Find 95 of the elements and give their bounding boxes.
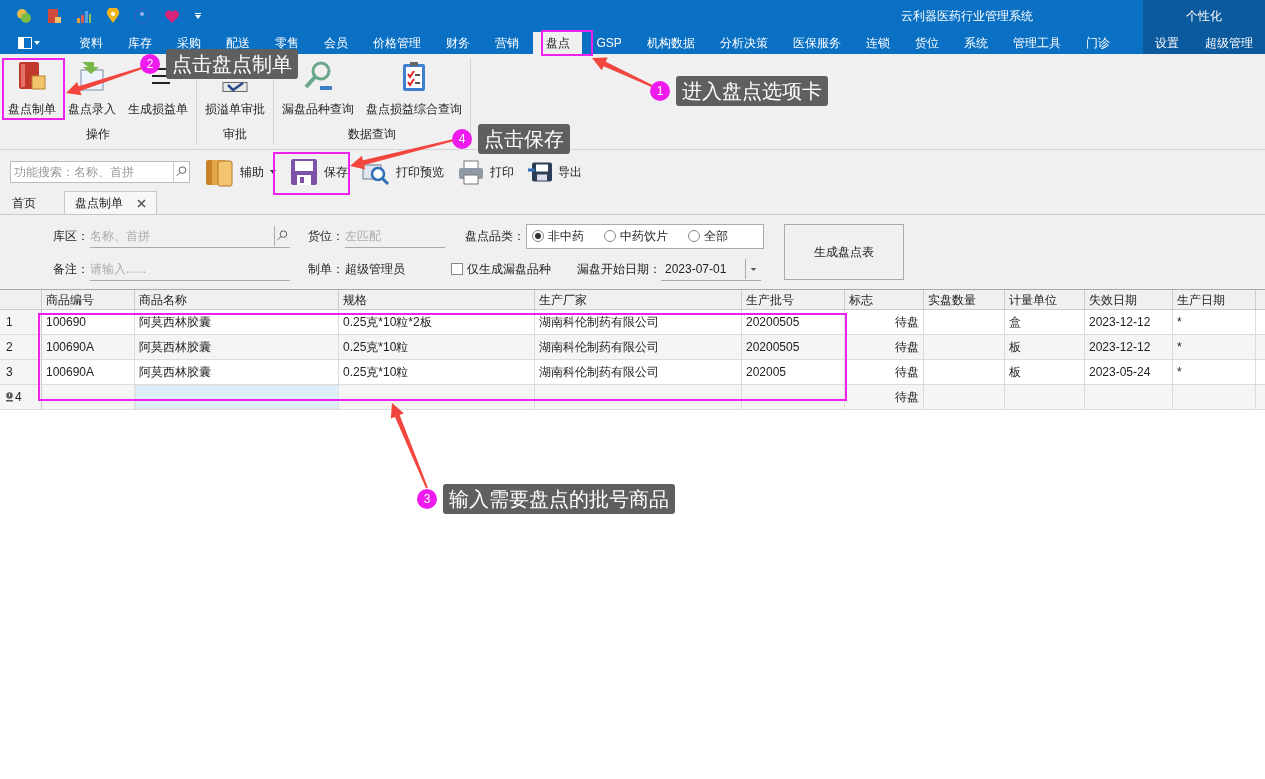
menu-tab[interactable]: 分析决策 [707, 32, 781, 54]
table-cell-text: 盒 [1009, 314, 1021, 331]
table-cell-text: 0.25克*10粒 [343, 364, 409, 381]
menu-tab[interactable]: 系统 [951, 32, 1001, 54]
table-cell-text: 100690 [46, 314, 87, 331]
column-header[interactable]: 标志 [849, 290, 873, 309]
table-cell-text: 湖南科伦制药有限公司 [539, 339, 659, 356]
callout-tooltip: 点击盘点制单 [166, 49, 298, 79]
field-label: 漏盘开始日期： [577, 261, 661, 278]
column-header[interactable]: 生产日期 [1177, 290, 1225, 309]
warehouse-field[interactable]: 名称、首拼 [90, 224, 274, 247]
note-field[interactable]: 请输入...... [90, 257, 290, 281]
column-header[interactable]: 实盘数量 [928, 290, 976, 309]
menu-tab[interactable]: 价格管理 [360, 32, 433, 54]
table-cell-text: 0.25克*10粒*2板 [343, 314, 432, 331]
date-field[interactable]: 2023-07-01 [661, 257, 761, 281]
table-cell-text: 20200505 [746, 314, 800, 331]
table-cell-text: 100690A [46, 364, 95, 381]
toolbar-button[interactable]: 打印 [456, 159, 516, 185]
menu-tab[interactable]: 盘点 [533, 32, 582, 54]
row-number: 2 [6, 339, 13, 356]
field-label: 盘点品类： [465, 228, 526, 245]
table-cell-text: 阿莫西林胶囊 [139, 314, 211, 331]
menu-tab[interactable]: 超级管理 [1205, 34, 1253, 52]
maker-value: 超级管理员 [345, 261, 406, 278]
document-tab[interactable]: 首页 [2, 191, 46, 214]
table-cell-text: 2023-05-24 [1089, 364, 1151, 381]
column-header[interactable]: 失效日期 [1089, 290, 1137, 309]
callout-tooltip: 进入盘点选项卡 [676, 76, 828, 106]
menu-tab[interactable]: 管理工具 [1000, 32, 1074, 54]
table-cell-text: 20200505 [746, 339, 800, 356]
table-cell-text: 100690A [46, 339, 95, 356]
step-number-badge: 3 [417, 489, 437, 509]
row-number: 1 [6, 314, 13, 331]
table-cell-text: 待盘 [895, 389, 919, 406]
field-label: 备注： [53, 261, 90, 278]
table-cell-text: 待盘 [895, 364, 919, 381]
ribbon-button[interactable]: 盘点损益综合查询 [364, 58, 464, 118]
table-cell-text: * [1177, 339, 1182, 356]
row-number: 3 [6, 364, 13, 381]
generate-button[interactable]: 生成盘点表 [784, 224, 904, 280]
ribbon-button[interactable]: 盘点制单 [6, 58, 58, 118]
toolbar-button[interactable]: 辅助 [202, 157, 278, 187]
table-cell-text: 湖南科伦制药有限公司 [539, 364, 659, 381]
menu-tab[interactable]: 财务 [433, 32, 482, 54]
menu-tab[interactable]: 库存 [115, 32, 164, 54]
field-label: 制单： [308, 261, 345, 278]
table-cell-text: 待盘 [895, 339, 919, 356]
table-cell-text: 湖南科伦制药有限公司 [539, 314, 659, 331]
menu-tab[interactable]: 门诊 [1073, 32, 1123, 54]
menu-tab[interactable]: 营销 [482, 32, 531, 54]
table-cell-text: 阿莫西林胶囊 [139, 364, 211, 381]
callout-tooltip: 点击保存 [478, 124, 570, 154]
column-header[interactable]: 商品名称 [139, 290, 187, 309]
table-cell-text: 202005 [746, 364, 787, 381]
column-header[interactable]: 商品编号 [46, 290, 94, 309]
menu-tab[interactable]: 医保服务 [780, 32, 854, 54]
toolbar-button[interactable]: 保存 [288, 158, 350, 186]
radio-option[interactable]: 全部 [688, 227, 728, 245]
table-cell-text: 阿莫西林胶囊 [139, 339, 211, 356]
menu-tab[interactable]: 资料 [66, 32, 115, 54]
table-cell-text: 板 [1009, 339, 1021, 356]
column-header[interactable]: 生产厂家 [539, 290, 587, 309]
field-label: 库区： [53, 228, 90, 245]
column-header[interactable]: 规格 [343, 290, 367, 309]
row-number: 4 [15, 389, 22, 406]
table-cell-text: 0.25克*10粒 [343, 339, 409, 356]
ribbon-group-label: 操作 [86, 126, 110, 143]
table-cell-text: 板 [1009, 364, 1021, 381]
location-field[interactable]: 左匹配 [345, 224, 445, 248]
table-cell-text: 2023-12-12 [1089, 339, 1151, 356]
table-cell-text: * [1177, 314, 1182, 331]
table-cell-text: * [1177, 364, 1182, 381]
menu-tab[interactable]: GSP [584, 32, 635, 54]
menu-tab[interactable]: 货位 [902, 32, 952, 54]
menu-tab[interactable]: 设置 [1155, 34, 1179, 52]
column-header[interactable]: 生产批号 [746, 290, 794, 309]
table-cell-text: 2023-12-12 [1089, 314, 1151, 331]
menu-tab[interactable]: 连锁 [853, 32, 903, 54]
ribbon-group-label: 审批 [223, 126, 247, 143]
column-header[interactable]: 计量单位 [1009, 290, 1057, 309]
radio-option[interactable]: 非中药 [532, 227, 584, 245]
radio-option[interactable]: 中药饮片 [604, 227, 668, 245]
app-title: 云利器医药行业管理系统 [901, 8, 1034, 25]
field-label: 货位： [308, 228, 345, 245]
checkbox-label: 仅生成漏盘品种 [467, 261, 552, 278]
ribbon-group-label: 数据查询 [348, 126, 396, 143]
search-field[interactable]: 功能搜索：名称、首拼 [10, 161, 190, 183]
callout-tooltip: 输入需要盘点的批号商品 [443, 484, 675, 514]
toolbar-button[interactable]: 导出 [526, 162, 584, 182]
menu-tab[interactable]: 机构数据 [634, 32, 708, 54]
menu-tab[interactable]: 会员 [311, 32, 360, 54]
document-tab[interactable]: 盘点制单 [64, 191, 157, 214]
table-cell-text: 待盘 [895, 314, 919, 331]
personalize-label: 个性化 [1186, 8, 1222, 25]
